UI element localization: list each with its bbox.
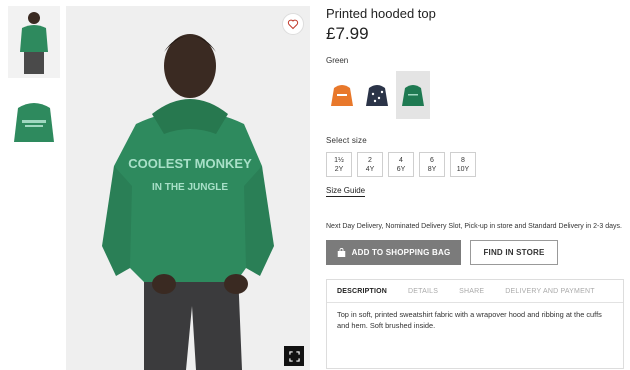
size-guide-link[interactable]: Size Guide: [326, 186, 366, 197]
select-size-label: Select size: [326, 136, 367, 145]
model-photo: COOLEST MONKEY IN THE JUNGLE: [66, 6, 310, 370]
size-options: 1½ 2Y 2 4Y 4 6Y 6 8Y 8 10Y: [326, 152, 476, 177]
thumbnail-list: [8, 6, 60, 166]
size-age-bottom: 8Y: [427, 166, 437, 173]
thumbnail-product[interactable]: [8, 94, 60, 150]
delivery-info: Next Day Delivery, Nominated Delivery Sl…: [326, 223, 622, 230]
size-age-top: 8: [461, 157, 465, 164]
size-age-bottom: 4Y: [365, 166, 375, 173]
swatch-green[interactable]: [396, 71, 430, 119]
thumbnail-product-image: [8, 94, 60, 150]
hoodie-print-line1: COOLEST MONKEY: [128, 156, 252, 171]
size-option[interactable]: 2 4Y: [357, 152, 383, 177]
size-age-bottom: 10Y: [456, 166, 470, 173]
fullscreen-button[interactable]: [284, 346, 304, 366]
selected-color-label: Green: [326, 56, 349, 65]
main-product-image[interactable]: COOLEST MONKEY IN THE JUNGLE: [66, 6, 310, 370]
green-hoodie-icon: [402, 85, 424, 106]
add-to-bag-label: ADD TO SHOPPING BAG: [351, 248, 451, 257]
add-to-bag-button[interactable]: ADD TO SHOPPING BAG: [326, 240, 461, 265]
navy-hoodie-icon: [366, 85, 388, 106]
favourite-button[interactable]: [282, 13, 304, 35]
size-age-top: 2: [368, 157, 372, 164]
find-in-store-button[interactable]: FIND IN STORE: [470, 240, 558, 265]
thumbnail-model-image: [8, 6, 60, 78]
shopping-bag-icon: [337, 248, 345, 257]
description-text: Top in soft, printed sweatshirt fabric w…: [337, 310, 602, 330]
heart-icon: [287, 19, 299, 30]
product-price: £7.99: [326, 24, 369, 43]
size-option[interactable]: 1½ 2Y: [326, 152, 352, 177]
size-age-bottom: 2Y: [334, 166, 344, 173]
hoodie-print-line2: IN THE JUNGLE: [152, 182, 228, 193]
tab-description[interactable]: DESCRIPTION: [337, 288, 387, 295]
expand-icon: [288, 350, 300, 362]
orange-hoodie-icon: [331, 85, 353, 106]
size-option[interactable]: 4 6Y: [388, 152, 414, 177]
find-in-store-label: FIND IN STORE: [483, 248, 545, 257]
tab-bar: DESCRIPTION DETAILS SHARE DELIVERY AND P…: [327, 280, 623, 303]
size-age-top: 1½: [334, 157, 344, 164]
size-age-top: 4: [399, 157, 403, 164]
product-info: Printed hooded top £7.99: [326, 6, 626, 44]
product-tabs: DESCRIPTION DETAILS SHARE DELIVERY AND P…: [326, 279, 624, 369]
product-title: Printed hooded top: [326, 6, 436, 21]
size-option[interactable]: 8 10Y: [450, 152, 476, 177]
tab-details[interactable]: DETAILS: [408, 288, 438, 295]
swatch-orange[interactable]: [326, 71, 358, 119]
size-age-bottom: 6Y: [396, 166, 406, 173]
size-option[interactable]: 6 8Y: [419, 152, 445, 177]
tab-share[interactable]: SHARE: [459, 288, 484, 295]
swatch-navy[interactable]: [361, 71, 393, 119]
color-swatches: [326, 71, 430, 119]
size-age-top: 6: [430, 157, 434, 164]
tab-delivery-and-payment[interactable]: DELIVERY AND PAYMENT: [505, 288, 594, 295]
thumbnail-model[interactable]: [8, 6, 60, 78]
